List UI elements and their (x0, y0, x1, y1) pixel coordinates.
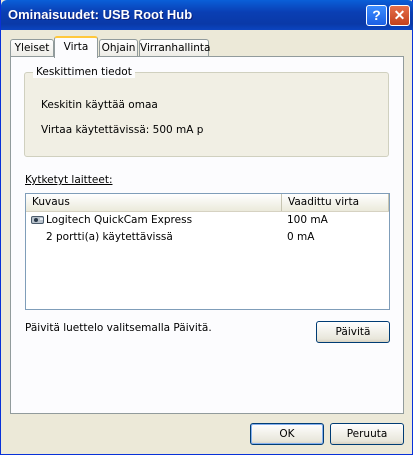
device-description: 2 portti(a) käytettävissä (46, 231, 173, 243)
title-bar[interactable]: Ominaisuudet: USB Root Hub ? ✕ (1, 0, 413, 30)
hub-info-group: Keskittimen tiedot Keskitin käyttää omaa… (24, 66, 389, 157)
self-powered-text: Keskitin käyttää omaa (41, 99, 158, 111)
refresh-hint-text: Päivitä luettelo valitsemalla Päivitä. (25, 322, 212, 334)
list-item[interactable]: 2 portti(a) käytettävissä 0 mA (26, 229, 389, 246)
tab-driver[interactable]: Ohjain (99, 39, 138, 57)
ok-button[interactable]: OK (250, 423, 324, 445)
tab-panel: Keskittimen tiedot Keskitin käyttää omaa… (10, 56, 404, 414)
connected-devices-label: Kytketyt laitteet: (25, 174, 112, 186)
available-power-text: Virtaa käytettävissä: 500 mA p (41, 124, 204, 136)
properties-dialog: Ominaisuudet: USB Root Hub ? ✕ Yleiset V… (0, 0, 413, 455)
cancel-button[interactable]: Peruuta (330, 423, 404, 445)
close-button[interactable]: ✕ (389, 5, 410, 26)
device-power: 0 mA (287, 231, 315, 243)
window-title: Ominaisuudet: USB Root Hub (8, 7, 193, 22)
devices-list[interactable]: Kuvaus Vaadittu virta Logitech QuickCam … (25, 193, 390, 310)
connected-devices-label-text: Kytketyt laitteet: (25, 174, 113, 186)
device-description: Logitech QuickCam Express (46, 214, 193, 226)
tab-general[interactable]: Yleiset (10, 39, 54, 57)
hub-info-group-label: Keskittimen tiedot (33, 66, 135, 78)
column-required-power[interactable]: Vaadittu virta (282, 194, 389, 211)
tab-power-management[interactable]: Virranhallinta (139, 39, 210, 57)
help-button[interactable]: ? (366, 5, 387, 26)
list-item[interactable]: Logitech QuickCam Express 100 mA (26, 212, 389, 229)
column-description[interactable]: Kuvaus (26, 194, 282, 211)
refresh-button[interactable]: Päivitä (316, 321, 390, 343)
device-power: 100 mA (287, 214, 328, 226)
list-header: Kuvaus Vaadittu virta (26, 194, 389, 212)
usb-camera-icon (31, 216, 44, 224)
tab-power[interactable]: Virta (54, 36, 98, 58)
